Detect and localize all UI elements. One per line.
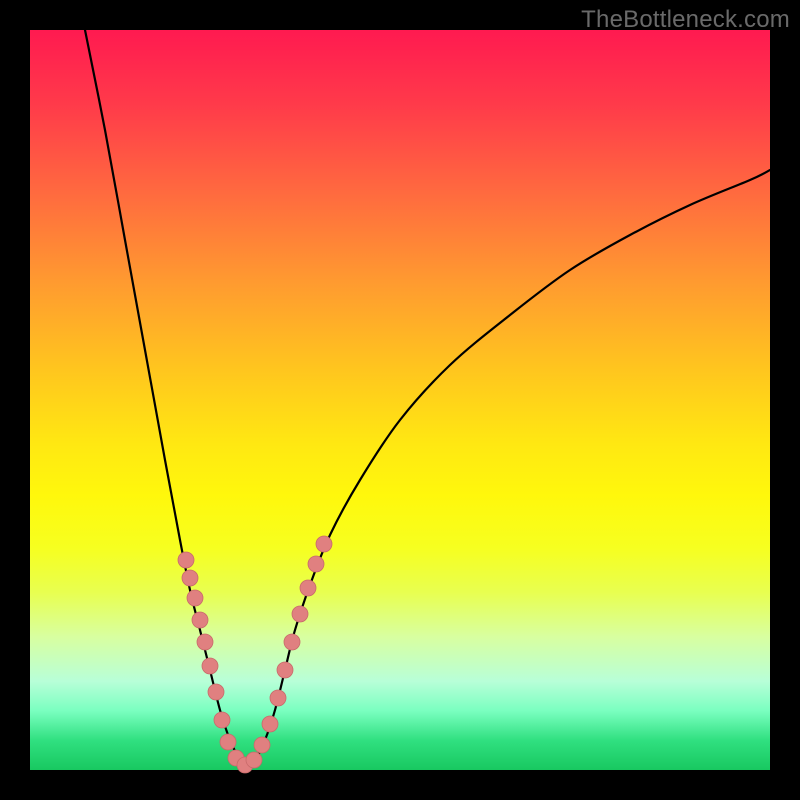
plot-area [30, 30, 770, 770]
data-marker [178, 552, 194, 568]
data-marker [220, 734, 236, 750]
data-marker [214, 712, 230, 728]
data-marker [284, 634, 300, 650]
data-marker [277, 662, 293, 678]
bottleneck-curve [85, 30, 770, 765]
chart-svg [30, 30, 770, 770]
data-marker [270, 690, 286, 706]
data-marker [202, 658, 218, 674]
data-marker [192, 612, 208, 628]
chart-frame: TheBottleneck.com [0, 0, 800, 800]
watermark-text: TheBottleneck.com [581, 6, 790, 34]
data-marker [254, 737, 270, 753]
data-marker [208, 684, 224, 700]
data-marker [292, 606, 308, 622]
data-marker [187, 590, 203, 606]
data-marker [308, 556, 324, 572]
data-marker [246, 752, 262, 768]
data-marker [300, 580, 316, 596]
data-marker [316, 536, 332, 552]
data-markers-group [178, 536, 332, 773]
data-marker [182, 570, 198, 586]
data-marker [262, 716, 278, 732]
data-marker [197, 634, 213, 650]
